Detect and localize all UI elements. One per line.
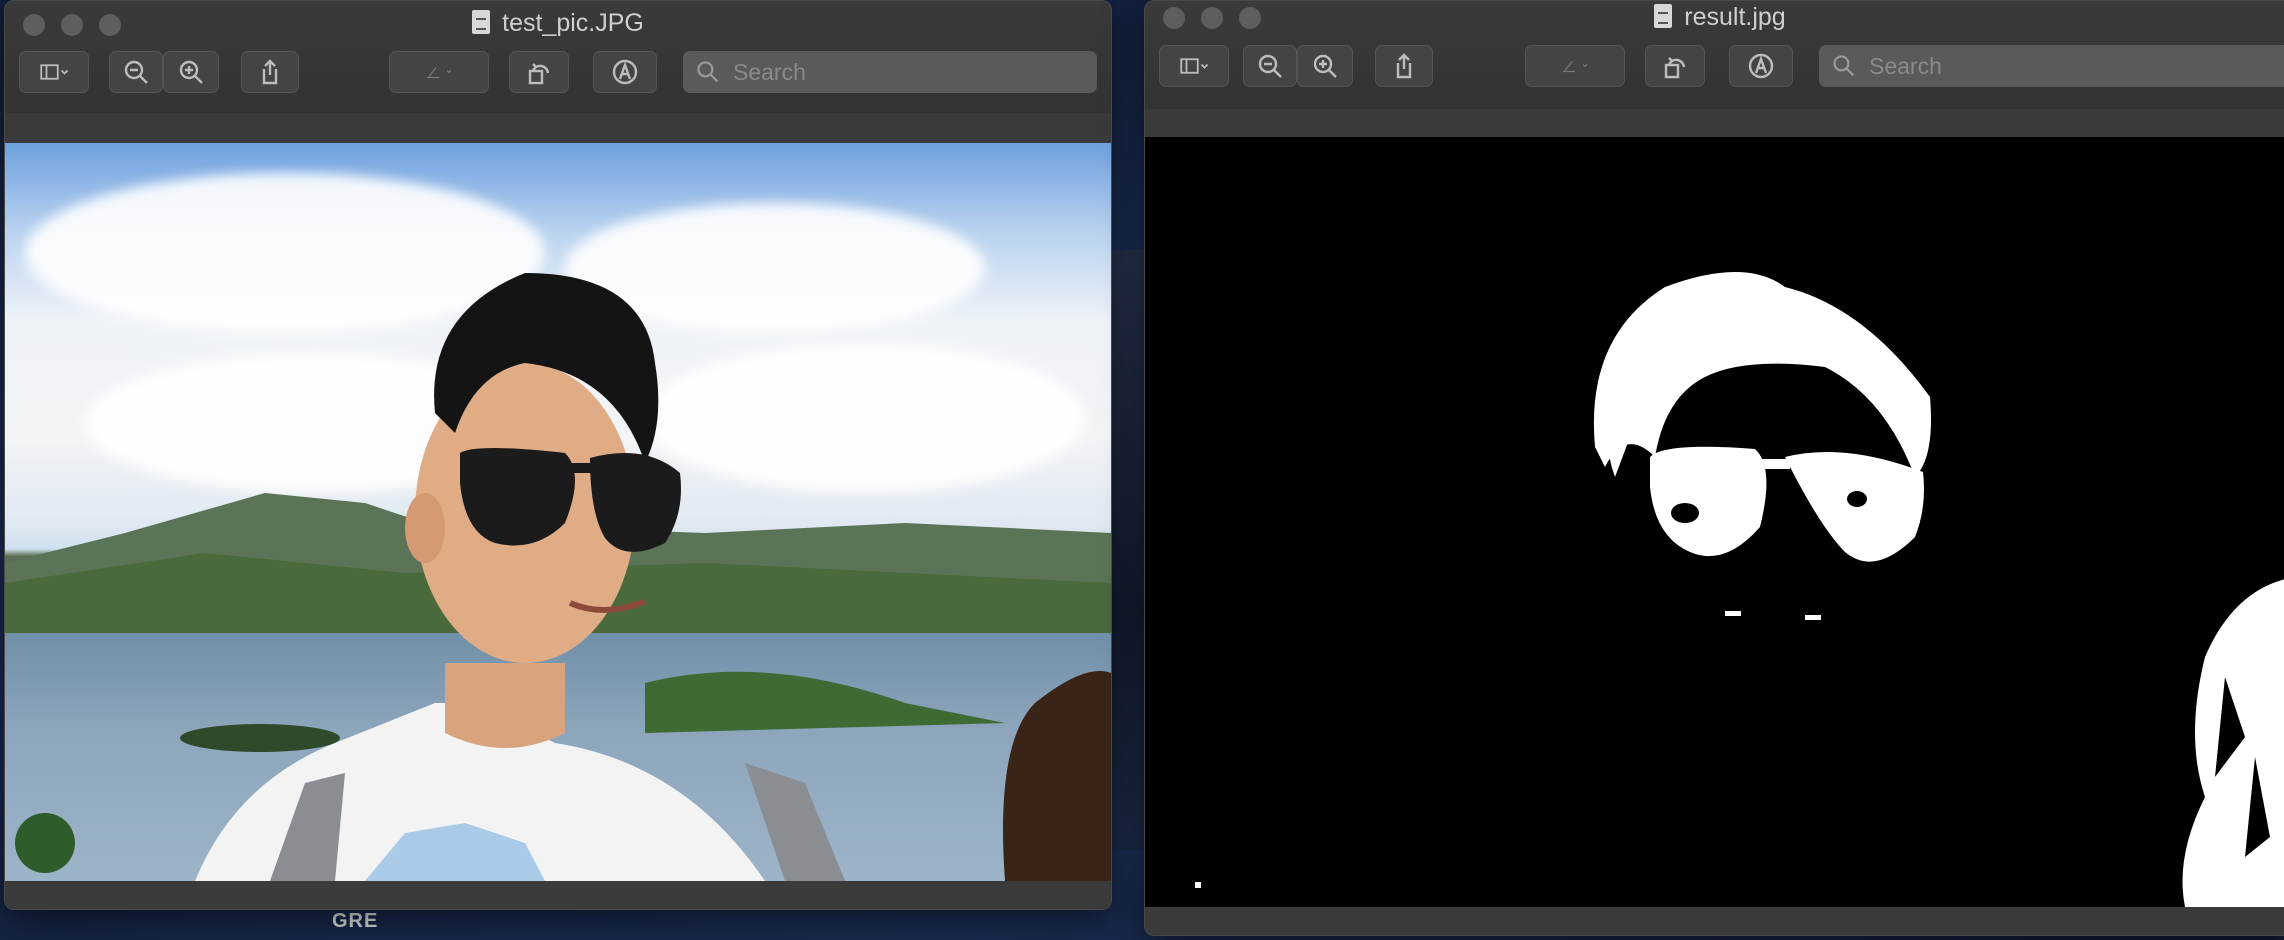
person-figure — [15, 273, 1111, 881]
share-button[interactable] — [241, 51, 299, 93]
preview-window-result[interactable]: result.jpg Search — [1144, 0, 2284, 936]
bottom-strip — [1145, 907, 2284, 935]
zoom-in-button[interactable] — [1297, 45, 1353, 87]
zoom-out-button[interactable] — [1243, 45, 1297, 87]
mask-silhouette — [1195, 272, 2284, 907]
search-icon — [1833, 55, 1855, 77]
title-bar[interactable]: test_pic.JPG Search — [5, 1, 1111, 114]
sidebar-toggle-button[interactable] — [1159, 45, 1229, 87]
zoom-in-icon — [1313, 54, 1337, 78]
rotate-icon — [1664, 57, 1686, 79]
rotate-button[interactable] — [509, 51, 569, 93]
rotate-icon — [528, 63, 550, 85]
rotate-button[interactable] — [1645, 45, 1705, 87]
highlighter-icon — [427, 67, 452, 79]
zoom-out-button[interactable] — [109, 51, 163, 93]
search-placeholder: Search — [1869, 52, 1942, 79]
zoom-out-icon — [124, 60, 148, 84]
share-icon — [262, 59, 278, 85]
bottom-strip — [5, 881, 1111, 909]
preview-window-original[interactable]: test_pic.JPG Search — [4, 0, 1112, 910]
zoom-out-icon — [1258, 54, 1282, 78]
sidebar-icon — [40, 64, 69, 80]
document-icon — [472, 10, 491, 34]
original-photo — [5, 143, 1111, 881]
markup-button[interactable] — [593, 51, 657, 93]
highlight-button[interactable] — [1525, 45, 1625, 87]
content-strip — [1145, 109, 2284, 137]
sidebar-toggle-button[interactable] — [19, 51, 89, 93]
title-bar[interactable]: result.jpg Search — [1145, 1, 2284, 110]
result-mask-image — [1145, 137, 2284, 907]
share-button[interactable] — [1375, 45, 1433, 87]
window-title: test_pic.JPG — [5, 9, 1111, 38]
desktop-icon-label[interactable]: GRE — [332, 910, 378, 933]
highlight-button[interactable] — [389, 51, 489, 93]
zoom-in-button[interactable] — [163, 51, 219, 93]
share-icon — [1396, 53, 1412, 79]
window-title: result.jpg — [1145, 3, 2284, 32]
sidebar-icon — [1180, 58, 1209, 74]
markup-icon — [1748, 53, 1774, 79]
toolbar: Search — [19, 51, 1097, 97]
document-icon — [1654, 4, 1673, 28]
markup-icon — [612, 59, 638, 85]
markup-button[interactable] — [1729, 45, 1793, 87]
search-icon — [697, 61, 719, 83]
content-strip — [5, 113, 1111, 143]
highlighter-icon — [1563, 61, 1588, 73]
search-placeholder: Search — [733, 58, 806, 85]
search-field[interactable]: Search — [1819, 45, 2284, 87]
toolbar: Search — [1159, 45, 2284, 91]
zoom-in-icon — [179, 60, 203, 84]
search-field[interactable]: Search — [683, 51, 1097, 93]
